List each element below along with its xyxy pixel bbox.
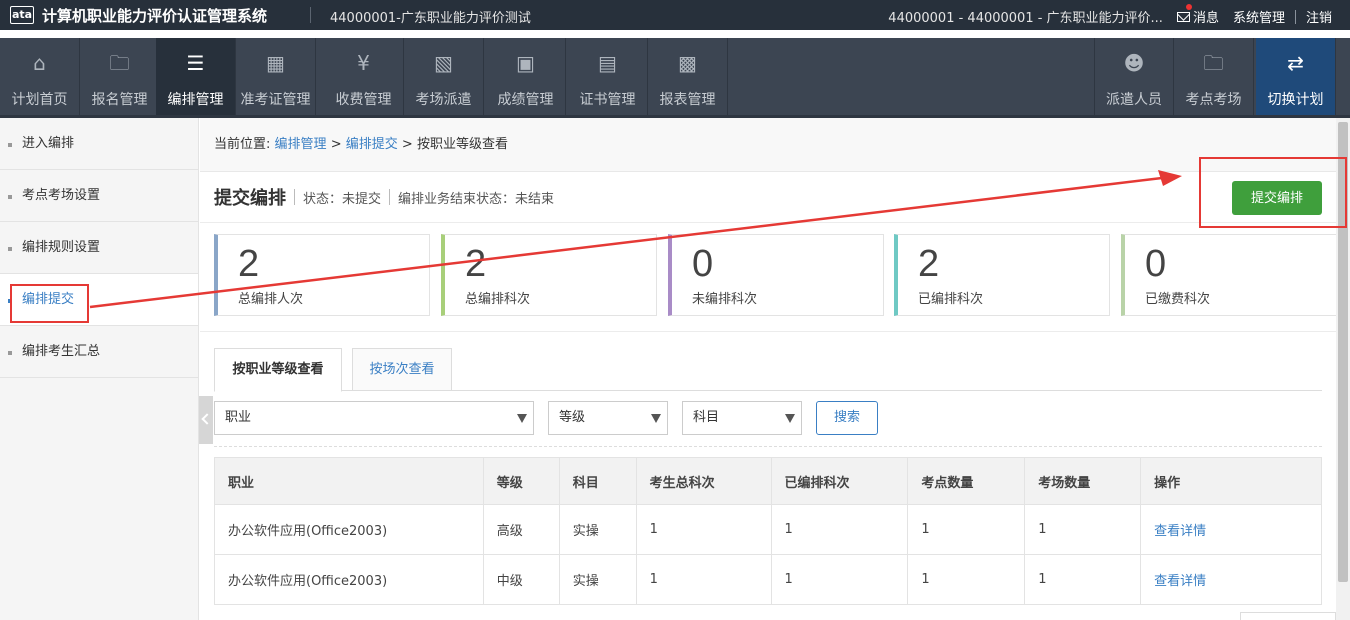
arrow-head — [1158, 170, 1182, 186]
annotation-arrow — [89, 170, 1182, 309]
arrow-shaft — [89, 176, 1163, 309]
